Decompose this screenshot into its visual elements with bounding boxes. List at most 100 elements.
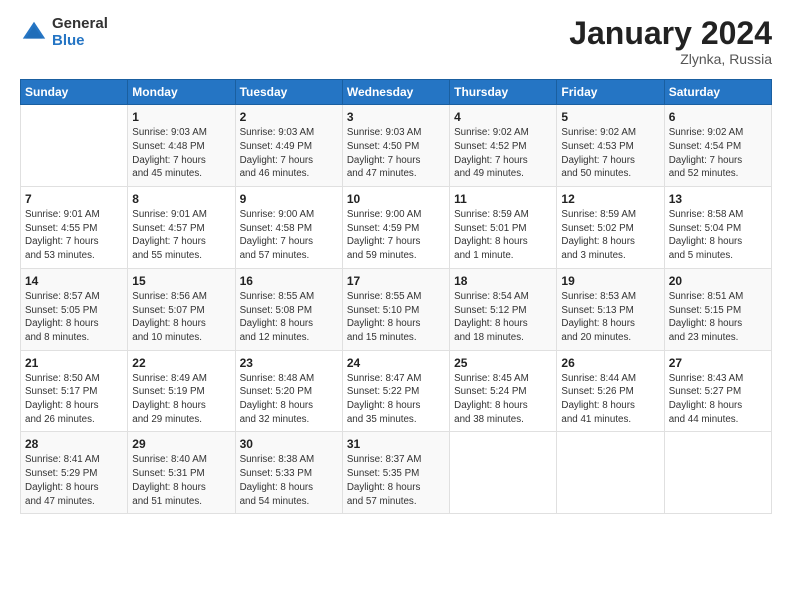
day-info: Sunrise: 8:48 AM Sunset: 5:20 PM Dayligh… <box>240 372 338 427</box>
weekday-monday: Monday <box>128 80 235 105</box>
calendar-cell: 11Sunrise: 8:59 AM Sunset: 5:01 PM Dayli… <box>450 187 557 269</box>
logo: General Blue <box>20 16 108 49</box>
calendar-cell <box>21 105 128 187</box>
day-info: Sunrise: 8:55 AM Sunset: 5:08 PM Dayligh… <box>240 290 338 345</box>
calendar-cell: 3 Sunrise: 9:03 AM Sunset: 4:50 PM Daylig… <box>342 105 449 187</box>
calendar-cell: 4Sunrise: 9:02 AM Sunset: 4:52 PM Daylig… <box>450 105 557 187</box>
calendar-cell: 10 Sunrise: 9:00 AM Sunset: 4:59 PM Dayli… <box>342 187 449 269</box>
day-info: Sunrise: 8:40 AM Sunset: 5:31 PM Dayligh… <box>132 453 230 508</box>
title-block: January 2024 Zlynka, Russia <box>569 16 772 67</box>
calendar-cell: 20 Sunrise: 8:51 AM Sunset: 5:15 PM Dayli… <box>664 268 771 350</box>
calendar-header: SundayMondayTuesdayWednesdayThursdayFrid… <box>21 80 772 105</box>
day-info: Sunrise: 9:00 AM Sunset: 4:59 PM Dayligh… <box>347 208 445 263</box>
day-number: 6 <box>669 110 767 124</box>
calendar-cell: 26Sunrise: 8:44 AM Sunset: 5:26 PM Dayli… <box>557 350 664 432</box>
day-number: 10 <box>347 192 445 206</box>
header: General Blue January 2024 Zlynka, Russia <box>20 16 772 67</box>
calendar-cell: 25 Sunrise: 8:45 AM Sunset: 5:24 PM Dayli… <box>450 350 557 432</box>
day-info: Sunrise: 8:45 AM Sunset: 5:24 PM Dayligh… <box>454 372 552 427</box>
weekday-row: SundayMondayTuesdayWednesdayThursdayFrid… <box>21 80 772 105</box>
day-number: 31 <box>347 437 445 451</box>
day-info: Sunrise: 9:03 AM Sunset: 4:48 PM Dayligh… <box>132 126 230 181</box>
week-row-1: 1 Sunrise: 9:03 AM Sunset: 4:48 PM Daylig… <box>21 105 772 187</box>
weekday-saturday: Saturday <box>664 80 771 105</box>
weekday-thursday: Thursday <box>450 80 557 105</box>
day-number: 25 <box>454 356 552 370</box>
calendar-cell: 14 Sunrise: 8:57 AM Sunset: 5:05 PM Dayli… <box>21 268 128 350</box>
day-number: 9 <box>240 192 338 206</box>
day-number: 29 <box>132 437 230 451</box>
week-row-5: 28Sunrise: 8:41 AM Sunset: 5:29 PM Dayli… <box>21 432 772 514</box>
calendar-cell <box>557 432 664 514</box>
day-number: 30 <box>240 437 338 451</box>
day-info: Sunrise: 9:02 AM Sunset: 4:54 PM Dayligh… <box>669 126 767 181</box>
day-info: Sunrise: 8:38 AM Sunset: 5:33 PM Dayligh… <box>240 453 338 508</box>
day-info: Sunrise: 8:59 AM Sunset: 5:02 PM Dayligh… <box>561 208 659 263</box>
day-info: Sunrise: 8:54 AM Sunset: 5:12 PM Dayligh… <box>454 290 552 345</box>
calendar-cell: 18 Sunrise: 8:54 AM Sunset: 5:12 PM Dayli… <box>450 268 557 350</box>
week-row-3: 14 Sunrise: 8:57 AM Sunset: 5:05 PM Dayli… <box>21 268 772 350</box>
month-title: January 2024 <box>569 16 772 51</box>
day-number: 22 <box>132 356 230 370</box>
weekday-tuesday: Tuesday <box>235 80 342 105</box>
calendar: SundayMondayTuesdayWednesdayThursdayFrid… <box>20 79 772 514</box>
calendar-cell: 28Sunrise: 8:41 AM Sunset: 5:29 PM Dayli… <box>21 432 128 514</box>
day-info: Sunrise: 9:01 AM Sunset: 4:57 PM Dayligh… <box>132 208 230 263</box>
calendar-cell: 22 Sunrise: 8:49 AM Sunset: 5:19 PM Dayli… <box>128 350 235 432</box>
day-number: 3 <box>347 110 445 124</box>
location-subtitle: Zlynka, Russia <box>569 51 772 67</box>
calendar-cell: 15 Sunrise: 8:56 AM Sunset: 5:07 PM Dayli… <box>128 268 235 350</box>
day-number: 16 <box>240 274 338 288</box>
weekday-sunday: Sunday <box>21 80 128 105</box>
calendar-cell <box>664 432 771 514</box>
calendar-cell <box>450 432 557 514</box>
week-row-4: 21Sunrise: 8:50 AM Sunset: 5:17 PM Dayli… <box>21 350 772 432</box>
day-number: 13 <box>669 192 767 206</box>
day-info: Sunrise: 8:51 AM Sunset: 5:15 PM Dayligh… <box>669 290 767 345</box>
calendar-cell: 6 Sunrise: 9:02 AM Sunset: 4:54 PM Daylig… <box>664 105 771 187</box>
day-info: Sunrise: 9:02 AM Sunset: 4:53 PM Dayligh… <box>561 126 659 181</box>
calendar-cell: 8 Sunrise: 9:01 AM Sunset: 4:57 PM Daylig… <box>128 187 235 269</box>
day-number: 18 <box>454 274 552 288</box>
day-number: 23 <box>240 356 338 370</box>
day-info: Sunrise: 8:49 AM Sunset: 5:19 PM Dayligh… <box>132 372 230 427</box>
day-info: Sunrise: 8:53 AM Sunset: 5:13 PM Dayligh… <box>561 290 659 345</box>
day-info: Sunrise: 8:57 AM Sunset: 5:05 PM Dayligh… <box>25 290 123 345</box>
day-info: Sunrise: 9:03 AM Sunset: 4:50 PM Dayligh… <box>347 126 445 181</box>
day-info: Sunrise: 9:01 AM Sunset: 4:55 PM Dayligh… <box>25 208 123 263</box>
page: General Blue January 2024 Zlynka, Russia… <box>0 0 792 612</box>
day-number: 28 <box>25 437 123 451</box>
day-number: 20 <box>669 274 767 288</box>
calendar-cell: 29 Sunrise: 8:40 AM Sunset: 5:31 PM Dayli… <box>128 432 235 514</box>
logo-blue-text: Blue <box>52 33 108 50</box>
calendar-cell: 1 Sunrise: 9:03 AM Sunset: 4:48 PM Daylig… <box>128 105 235 187</box>
calendar-cell: 5 Sunrise: 9:02 AM Sunset: 4:53 PM Daylig… <box>557 105 664 187</box>
calendar-cell: 16 Sunrise: 8:55 AM Sunset: 5:08 PM Dayli… <box>235 268 342 350</box>
calendar-cell: 13 Sunrise: 8:58 AM Sunset: 5:04 PM Dayli… <box>664 187 771 269</box>
day-number: 26 <box>561 356 659 370</box>
day-number: 5 <box>561 110 659 124</box>
day-info: Sunrise: 8:50 AM Sunset: 5:17 PM Dayligh… <box>25 372 123 427</box>
day-number: 8 <box>132 192 230 206</box>
day-info: Sunrise: 9:02 AM Sunset: 4:52 PM Dayligh… <box>454 126 552 181</box>
day-info: Sunrise: 8:37 AM Sunset: 5:35 PM Dayligh… <box>347 453 445 508</box>
logo-icon <box>20 19 48 47</box>
calendar-cell: 23 Sunrise: 8:48 AM Sunset: 5:20 PM Dayli… <box>235 350 342 432</box>
day-number: 24 <box>347 356 445 370</box>
day-number: 17 <box>347 274 445 288</box>
day-number: 1 <box>132 110 230 124</box>
day-number: 15 <box>132 274 230 288</box>
calendar-cell: 7Sunrise: 9:01 AM Sunset: 4:55 PM Daylig… <box>21 187 128 269</box>
day-info: Sunrise: 8:47 AM Sunset: 5:22 PM Dayligh… <box>347 372 445 427</box>
calendar-cell: 27Sunrise: 8:43 AM Sunset: 5:27 PM Dayli… <box>664 350 771 432</box>
calendar-body: 1 Sunrise: 9:03 AM Sunset: 4:48 PM Daylig… <box>21 105 772 514</box>
day-info: Sunrise: 8:58 AM Sunset: 5:04 PM Dayligh… <box>669 208 767 263</box>
calendar-cell: 2Sunrise: 9:03 AM Sunset: 4:49 PM Daylig… <box>235 105 342 187</box>
day-info: Sunrise: 8:59 AM Sunset: 5:01 PM Dayligh… <box>454 208 552 263</box>
day-info: Sunrise: 9:00 AM Sunset: 4:58 PM Dayligh… <box>240 208 338 263</box>
day-info: Sunrise: 8:56 AM Sunset: 5:07 PM Dayligh… <box>132 290 230 345</box>
weekday-wednesday: Wednesday <box>342 80 449 105</box>
calendar-cell: 31 Sunrise: 8:37 AM Sunset: 5:35 PM Dayli… <box>342 432 449 514</box>
day-number: 14 <box>25 274 123 288</box>
day-info: Sunrise: 9:03 AM Sunset: 4:49 PM Dayligh… <box>240 126 338 181</box>
